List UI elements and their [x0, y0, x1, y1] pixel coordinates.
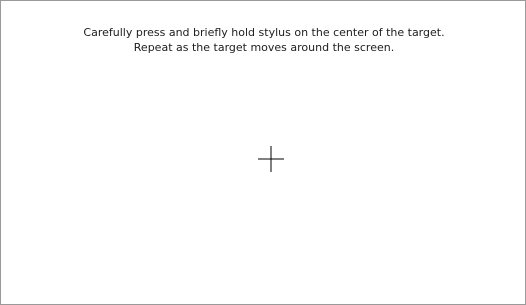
instruction-line-1: Carefully press and briefly hold stylus …: [83, 26, 445, 39]
instruction-line-2: Repeat as the target moves around the sc…: [133, 41, 395, 54]
calibration-screen: Carefully press and briefly hold stylus …: [0, 0, 526, 305]
instructions-text: Carefully press and briefly hold stylus …: [1, 25, 526, 55]
calibration-target[interactable]: [256, 144, 286, 174]
crosshair-icon: [258, 146, 284, 172]
